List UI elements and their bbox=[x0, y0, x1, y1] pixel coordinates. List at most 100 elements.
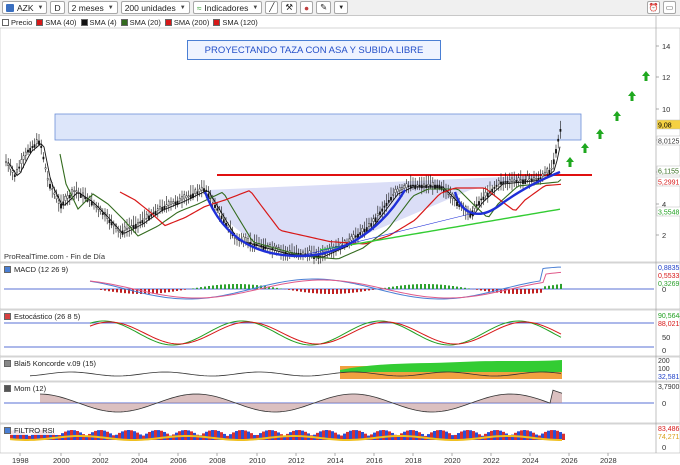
candle-body bbox=[368, 223, 370, 227]
macd-bar bbox=[444, 285, 446, 289]
candle-body bbox=[379, 211, 381, 215]
mom-panel-label[interactable]: Mom (12) bbox=[2, 384, 49, 393]
rsi-bar bbox=[460, 431, 463, 440]
candle-body bbox=[394, 189, 397, 194]
macd-bar bbox=[464, 287, 466, 289]
rsi-bar bbox=[379, 430, 382, 440]
rsi-bar bbox=[316, 432, 319, 440]
candle-body bbox=[108, 219, 111, 223]
candle-body bbox=[387, 199, 390, 203]
chart-canvas[interactable]: 14121086429,088,01256,11555,29913,554819… bbox=[0, 0, 680, 465]
mom-label: Mom (12) bbox=[14, 384, 47, 393]
candle-body bbox=[174, 201, 177, 205]
x-tick-label: 2024 bbox=[522, 456, 539, 465]
rsi-bar bbox=[184, 430, 187, 440]
candle-body bbox=[200, 186, 203, 191]
macd-bar bbox=[524, 289, 526, 294]
macd-bar bbox=[176, 289, 178, 292]
candle-body bbox=[401, 187, 403, 190]
candle-body bbox=[383, 205, 386, 208]
macd-bar bbox=[248, 284, 250, 289]
candle-body bbox=[352, 234, 355, 239]
candle-body bbox=[216, 208, 219, 211]
macd-bar bbox=[460, 287, 462, 289]
rsi-bar bbox=[298, 430, 301, 440]
rsi-bar bbox=[127, 430, 130, 440]
macd-bar bbox=[556, 284, 558, 289]
stoch-tick-label: 50 bbox=[662, 333, 670, 342]
macd-bar bbox=[536, 289, 538, 294]
macd-bar bbox=[184, 289, 186, 290]
x-tick-label: 1998 bbox=[12, 456, 29, 465]
macd-bar bbox=[364, 289, 366, 292]
rsi-value: 74,271 bbox=[658, 434, 680, 441]
indicator-icon bbox=[4, 427, 11, 434]
candle-body bbox=[555, 149, 557, 154]
candle-body bbox=[11, 170, 14, 173]
candle-body bbox=[44, 167, 47, 170]
macd-bar bbox=[392, 286, 394, 289]
macd-bar bbox=[288, 289, 290, 290]
macd-bar bbox=[332, 289, 334, 294]
macd-bar bbox=[196, 287, 198, 289]
macd-bar bbox=[416, 284, 418, 289]
x-tick-label: 2004 bbox=[131, 456, 148, 465]
macd-bar bbox=[236, 284, 238, 289]
candle-body bbox=[478, 201, 480, 206]
candle-body bbox=[172, 201, 175, 204]
macd-bar bbox=[220, 284, 222, 289]
macd-bar bbox=[112, 289, 114, 292]
candle-body bbox=[359, 232, 362, 235]
annotation-box[interactable]: PROYECTANDO TAZA CON ASA Y SUBIDA LIBRE bbox=[187, 40, 441, 60]
candle-body bbox=[396, 188, 399, 192]
x-tick-label: 2002 bbox=[92, 456, 109, 465]
candle-body bbox=[123, 226, 126, 231]
koncorde-value: 200 bbox=[658, 358, 670, 365]
rsi-bar bbox=[133, 431, 136, 440]
x-tick-label: 2020 bbox=[444, 456, 461, 465]
candle-body bbox=[33, 144, 36, 148]
x-tick-label: 2016 bbox=[366, 456, 383, 465]
rsi-bar bbox=[130, 430, 133, 440]
candle-body bbox=[185, 195, 188, 199]
koncorde-value: 32,581 bbox=[658, 374, 680, 381]
macd-bar bbox=[388, 287, 390, 289]
indicator-icon bbox=[4, 385, 11, 392]
candle-body bbox=[528, 178, 531, 181]
macd-bar bbox=[100, 289, 102, 290]
x-tick-label: 2008 bbox=[209, 456, 226, 465]
macd-bar bbox=[408, 284, 410, 289]
macd-bar bbox=[208, 285, 210, 289]
price-tag-label: 6,1155 bbox=[658, 169, 679, 176]
candle-body bbox=[363, 228, 366, 233]
rsi-bar bbox=[67, 430, 70, 440]
rsi-bar bbox=[550, 430, 553, 440]
rsi-bar bbox=[70, 430, 73, 440]
macd-panel-label[interactable]: MACD (12 26 9) bbox=[2, 265, 71, 274]
stoch-panel-label[interactable]: Estocástico (26 8 5) bbox=[2, 312, 83, 321]
macd-bar bbox=[316, 289, 318, 294]
rsi-value: 83,486 bbox=[658, 426, 680, 433]
macd-bar bbox=[424, 284, 426, 289]
koncorde-panel-label[interactable]: Blai5 Koncorde v.09 (15) bbox=[2, 359, 98, 368]
macd-bar bbox=[488, 289, 490, 292]
macd-bar bbox=[552, 285, 554, 289]
candle-body bbox=[198, 188, 201, 192]
macd-bar bbox=[292, 289, 294, 291]
rsi-bar bbox=[346, 431, 349, 440]
rsi-panel-label[interactable]: FILTRO RSI bbox=[2, 426, 57, 435]
candle-body bbox=[511, 177, 513, 182]
macd-bar bbox=[296, 289, 298, 292]
stoch-value: 90,5644 bbox=[658, 313, 680, 320]
macd-bar bbox=[456, 286, 458, 289]
x-tick-label: 2012 bbox=[288, 456, 305, 465]
candle-body bbox=[143, 218, 146, 220]
rsi-bar bbox=[385, 430, 388, 440]
candle-body bbox=[407, 185, 410, 187]
macd-bar bbox=[168, 289, 170, 293]
candle-body bbox=[354, 235, 357, 238]
panel-frame bbox=[0, 262, 680, 310]
koncorde-label: Blai5 Koncorde v.09 (15) bbox=[14, 359, 96, 368]
x-tick-label: 2018 bbox=[405, 456, 422, 465]
candle-body bbox=[403, 185, 406, 189]
